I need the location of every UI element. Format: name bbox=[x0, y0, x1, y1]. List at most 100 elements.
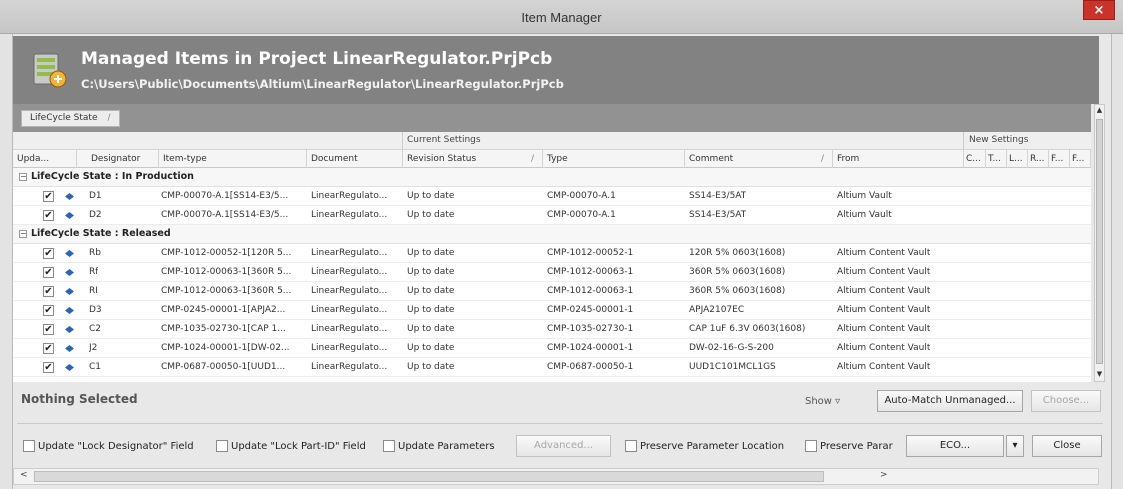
preserve-param-option[interactable]: Preserve Parar bbox=[805, 440, 893, 454]
col-document[interactable]: Document bbox=[307, 150, 403, 168]
cell-comment: UUD1C101MCL1GS bbox=[689, 362, 776, 372]
update-checkbox[interactable]: ✔ bbox=[43, 210, 54, 221]
cell-designator: C1 bbox=[89, 362, 102, 372]
cell-designator: Rf bbox=[89, 267, 99, 277]
scroll-left-icon[interactable]: < bbox=[20, 470, 28, 480]
sort-indicator-icon: / bbox=[107, 113, 111, 123]
show-dropdown[interactable]: Show ▿ bbox=[805, 396, 840, 407]
cell-from: Altium Content Vault bbox=[837, 343, 931, 353]
lock-designator-checkbox[interactable] bbox=[23, 440, 35, 452]
cell-from: Altium Content Vault bbox=[837, 305, 931, 315]
update-checkbox[interactable]: ✔ bbox=[43, 267, 54, 278]
group-header-released[interactable]: − LifeCycle State : Released bbox=[13, 225, 1091, 244]
table-row[interactable]: ✔ Rf CMP-1012-00063-1[360R 5... LinearRe… bbox=[13, 263, 1091, 282]
cell-type: CMP-1035-02730-1 bbox=[547, 324, 634, 334]
horizontal-scroll-thumb[interactable] bbox=[34, 471, 824, 482]
cell-type: CMP-1024-00001-1 bbox=[547, 343, 634, 353]
cell-designator: J2 bbox=[89, 343, 98, 353]
database-server-icon bbox=[33, 53, 67, 88]
cell-comment: SS14-E3/5AT bbox=[689, 210, 747, 220]
cell-type: CMP-0245-00001-1 bbox=[547, 305, 634, 315]
preserve-location-label: Preserve Parameter Location bbox=[640, 441, 785, 452]
cell-comment: APJA2107EC bbox=[689, 305, 745, 315]
cell-revision-status: Up to date bbox=[407, 343, 455, 353]
table-row[interactable]: ✔ D3 CMP-0245-00001-1[APJA2... LinearReg… bbox=[13, 301, 1091, 320]
table-row[interactable]: ✔ Rb CMP-1012-00052-1[120R 5... LinearRe… bbox=[13, 244, 1091, 263]
horizontal-scrollbar[interactable]: < > bbox=[13, 468, 1099, 485]
advanced-button[interactable]: Advanced... bbox=[516, 435, 611, 457]
col-item-type[interactable]: Item-type bbox=[159, 150, 307, 168]
col-comment[interactable]: Comment / bbox=[685, 150, 833, 168]
cell-type: CMP-1012-00063-1 bbox=[547, 267, 634, 277]
window-close-button[interactable]: × bbox=[1083, 0, 1115, 20]
scroll-right-icon[interactable]: > bbox=[880, 470, 888, 480]
preserve-param-checkbox[interactable] bbox=[805, 440, 817, 452]
table-row[interactable]: ✔ J2 CMP-1024-00001-1[DW-02... LinearReg… bbox=[13, 339, 1091, 358]
scroll-up-icon[interactable]: ▲ bbox=[1095, 106, 1104, 116]
lock-partid-label: Update "Lock Part-ID" Field bbox=[231, 441, 366, 452]
col-new-r[interactable]: R... bbox=[1028, 150, 1049, 168]
group-by-bar: LifeCycle State / bbox=[13, 104, 1091, 132]
preserve-location-checkbox[interactable] bbox=[625, 440, 637, 452]
update-checkbox[interactable]: ✔ bbox=[43, 286, 54, 297]
cell-item-type: CMP-00070-A.1[SS14-E3/5... bbox=[161, 210, 289, 220]
update-checkbox[interactable]: ✔ bbox=[43, 248, 54, 259]
col-type[interactable]: Type bbox=[543, 150, 685, 168]
lock-partid-checkbox[interactable] bbox=[216, 440, 228, 452]
cell-designator: D1 bbox=[89, 191, 102, 201]
col-new-l[interactable]: L... bbox=[1007, 150, 1028, 168]
col-revision-status[interactable]: Revision Status / bbox=[403, 150, 543, 168]
lock-designator-option[interactable]: Update "Lock Designator" Field bbox=[23, 440, 194, 454]
collapse-icon[interactable]: − bbox=[19, 173, 27, 181]
close-button[interactable]: Close bbox=[1032, 435, 1102, 457]
window-title: Item Manager bbox=[521, 10, 602, 25]
col-from[interactable]: From bbox=[833, 150, 964, 168]
update-parameters-option[interactable]: Update Parameters bbox=[383, 440, 495, 454]
eco-button[interactable]: ECO... bbox=[906, 435, 1004, 457]
cell-type: CMP-00070-A.1 bbox=[547, 210, 616, 220]
cell-designator: D2 bbox=[89, 210, 102, 220]
update-checkbox[interactable]: ✔ bbox=[43, 324, 54, 335]
update-parameters-label: Update Parameters bbox=[398, 441, 495, 452]
cell-revision-status: Up to date bbox=[407, 210, 455, 220]
managed-item-icon bbox=[65, 326, 74, 333]
table-row[interactable]: ✔ C2 CMP-1035-02730-1[CAP 1... LinearReg… bbox=[13, 320, 1091, 339]
table-row[interactable]: ✔ D1 CMP-00070-A.1[SS14-E3/5... LinearRe… bbox=[13, 187, 1091, 206]
vertical-scrollbar[interactable]: ▲ ▼ bbox=[1094, 104, 1105, 382]
cell-document: LinearRegulato... bbox=[311, 267, 388, 277]
col-new-f1[interactable]: F... bbox=[1049, 150, 1070, 168]
update-checkbox[interactable]: ✔ bbox=[43, 305, 54, 316]
collapse-icon[interactable]: − bbox=[19, 230, 27, 238]
col-new-f2[interactable]: F... bbox=[1070, 150, 1091, 168]
col-revision-status-label: Revision Status bbox=[407, 154, 477, 164]
update-parameters-checkbox[interactable] bbox=[383, 440, 395, 452]
group-by-tag[interactable]: LifeCycle State / bbox=[21, 110, 120, 127]
col-update[interactable]: Upda... bbox=[13, 150, 77, 168]
cell-item-type: CMP-1012-00063-1[360R 5... bbox=[161, 286, 292, 296]
col-designator[interactable]: Designator bbox=[77, 150, 159, 168]
table-row[interactable]: ✔ D2 CMP-00070-A.1[SS14-E3/5... LinearRe… bbox=[13, 206, 1091, 225]
cell-item-type: CMP-1035-02730-1[CAP 1... bbox=[161, 324, 286, 334]
cell-comment: 360R 5% 0603(1608) bbox=[689, 267, 786, 277]
cell-designator: C2 bbox=[89, 324, 102, 334]
auto-match-button[interactable]: Auto-Match Unmanaged... bbox=[877, 390, 1023, 412]
cell-comment: 120R 5% 0603(1608) bbox=[689, 248, 786, 258]
cell-type: CMP-1012-00063-1 bbox=[547, 286, 634, 296]
preserve-location-option[interactable]: Preserve Parameter Location bbox=[625, 440, 784, 454]
eco-dropdown-icon[interactable]: ▾ bbox=[1006, 435, 1024, 457]
col-new-t[interactable]: T... bbox=[986, 150, 1007, 168]
table-row[interactable]: ✔ C1 CMP-0687-00050-1[UUD1... LinearRegu… bbox=[13, 358, 1091, 377]
lock-designator-label: Update "Lock Designator" Field bbox=[38, 441, 194, 452]
update-checkbox[interactable]: ✔ bbox=[43, 343, 54, 354]
scroll-thumb[interactable] bbox=[1096, 119, 1103, 364]
table-row[interactable]: ✔ RI CMP-1012-00063-1[360R 5... LinearRe… bbox=[13, 282, 1091, 301]
update-checkbox[interactable]: ✔ bbox=[43, 191, 54, 202]
update-checkbox[interactable]: ✔ bbox=[43, 362, 54, 373]
cell-revision-status: Up to date bbox=[407, 267, 455, 277]
scroll-down-icon[interactable]: ▼ bbox=[1095, 370, 1104, 380]
col-new-c[interactable]: C... bbox=[964, 150, 986, 168]
lock-partid-option[interactable]: Update "Lock Part-ID" Field bbox=[216, 440, 366, 454]
cell-type: CMP-00070-A.1 bbox=[547, 191, 616, 201]
choose-button[interactable]: Choose... bbox=[1031, 390, 1101, 412]
group-header-in-production[interactable]: − LifeCycle State : In Production bbox=[13, 168, 1091, 187]
